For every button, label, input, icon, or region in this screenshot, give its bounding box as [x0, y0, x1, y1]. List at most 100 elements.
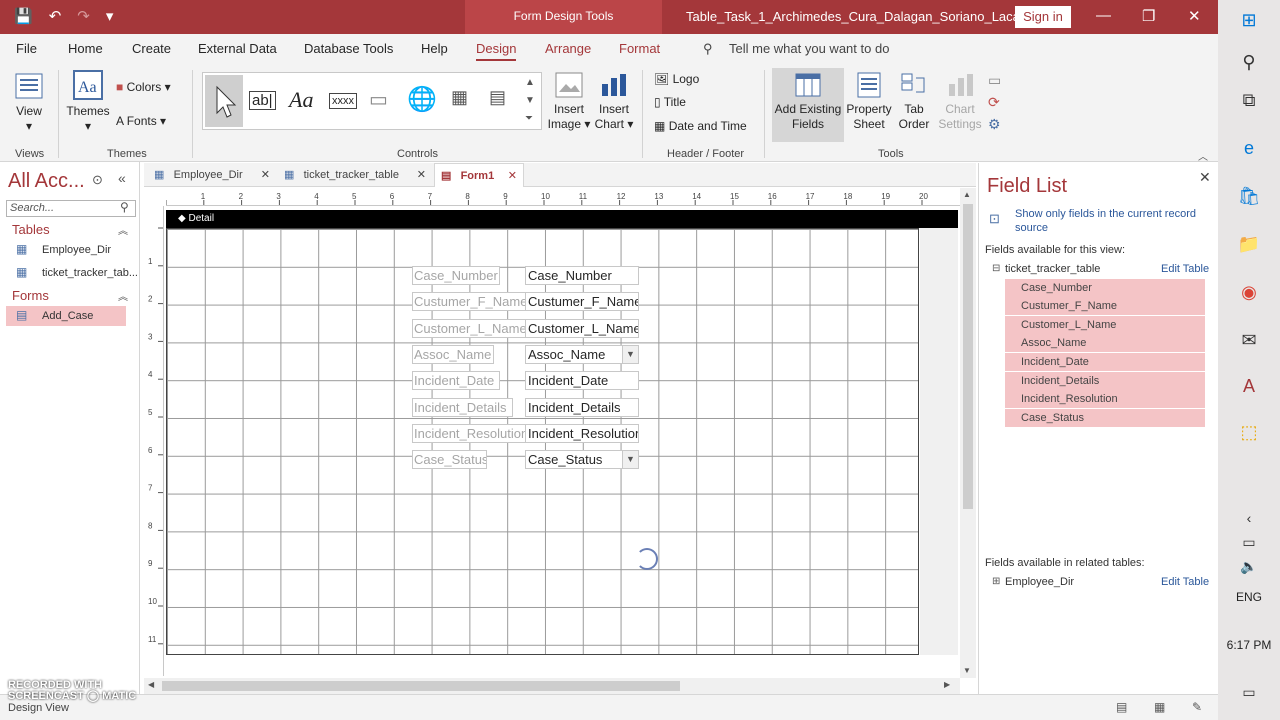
- field-item-incident-details[interactable]: Incident_Details: [1005, 372, 1205, 390]
- task-view-icon[interactable]: ⧉: [1237, 88, 1261, 112]
- property-sheet-button[interactable]: Property Sheet: [846, 72, 892, 132]
- nav-item-ticket-tracker[interactable]: ticket_tracker_tab...: [16, 263, 138, 283]
- related-table-name[interactable]: Employee_Dir: [1005, 576, 1074, 588]
- navigation-control-icon[interactable]: ▤: [489, 87, 506, 108]
- nav-item-employee-dir[interactable]: Employee_Dir: [16, 240, 136, 260]
- label-assoc-name[interactable]: Assoc_Name: [412, 345, 494, 364]
- related-edit-table-link[interactable]: Edit Table: [1161, 576, 1209, 588]
- close-tab-icon[interactable]: ✕: [261, 163, 270, 187]
- gallery-scroll-up-icon[interactable]: ▲: [525, 77, 535, 88]
- label-incident-date[interactable]: Incident_Date: [412, 371, 500, 390]
- nav-title[interactable]: All Acc...: [8, 170, 85, 193]
- chevron-up-icon[interactable]: ︽: [118, 288, 128, 303]
- label-custumer-f-name[interactable]: Custumer_F_Name: [412, 292, 526, 311]
- search-icon[interactable]: ⚲: [1237, 50, 1261, 74]
- label-case-number[interactable]: Case_Number: [412, 266, 500, 285]
- convert-macros-icon[interactable]: ⚙: [988, 116, 1001, 133]
- textbox-custumer-f-name[interactable]: Custumer_F_Name: [525, 292, 639, 311]
- chevron-down-icon[interactable]: ▼: [622, 346, 638, 363]
- store-icon[interactable]: 🛍: [1237, 184, 1261, 208]
- field-item-assoc-name[interactable]: Assoc_Name: [1005, 334, 1205, 352]
- customize-qat-icon[interactable]: ▾: [106, 8, 114, 26]
- tab-ticket-tracker-table[interactable]: ▦ ticket_tracker_table ✕: [278, 163, 430, 187]
- nav-search-icon[interactable]: ⚲: [120, 200, 129, 214]
- start-icon[interactable]: ⊞: [1237, 8, 1261, 32]
- tab-form1[interactable]: ▤ Form1 ✕: [434, 163, 524, 187]
- field-item-incident-date[interactable]: Incident_Date: [1005, 353, 1205, 371]
- layout-view-icon[interactable]: ▦: [1154, 700, 1165, 714]
- design-view-icon[interactable]: ✎: [1192, 700, 1202, 714]
- tell-me-box[interactable]: Tell me what you want to do: [729, 41, 889, 56]
- add-existing-fields-button[interactable]: Add Existing Fields: [772, 72, 844, 132]
- scroll-left-icon[interactable]: ◀: [148, 680, 154, 689]
- label-tool[interactable]: Aa: [289, 87, 313, 113]
- gallery-scroll-down-icon[interactable]: ▼: [525, 95, 535, 106]
- chevron-down-icon[interactable]: ▼: [622, 451, 638, 468]
- textbox-incident-resolution[interactable]: Incident_Resolution: [525, 424, 639, 443]
- web-browser-icon[interactable]: ▦: [451, 87, 468, 108]
- textbox-incident-details[interactable]: Incident_Details: [525, 398, 639, 417]
- textbox-tool[interactable]: ab|: [249, 91, 276, 110]
- subform-icon[interactable]: ▭: [988, 72, 1001, 89]
- notifications-icon[interactable]: ▭: [1237, 680, 1261, 704]
- textbox-incident-date[interactable]: Incident_Date: [525, 371, 639, 390]
- undo-icon[interactable]: ↶: [49, 8, 62, 26]
- vertical-scrollbar[interactable]: ▲ ▼: [960, 188, 976, 678]
- tab-control-icon[interactable]: ▭: [369, 87, 388, 112]
- button-tool[interactable]: xxxx: [329, 93, 357, 109]
- file-explorer-icon[interactable]: 📁: [1237, 232, 1261, 256]
- nav-menu-icon[interactable]: ⊙: [92, 172, 103, 188]
- field-item-custumer-f-name[interactable]: Custumer_F_Name: [1005, 297, 1205, 315]
- field-table-name[interactable]: ticket_tracker_table: [1005, 263, 1100, 275]
- view-button[interactable]: View ▾: [10, 72, 48, 134]
- snip-icon[interactable]: ⬚: [1237, 420, 1261, 444]
- access-icon[interactable]: A: [1237, 374, 1261, 398]
- tab-file[interactable]: File: [16, 41, 37, 56]
- form-view-icon[interactable]: ▤: [1116, 700, 1127, 714]
- fonts-button[interactable]: A Fonts ▾: [116, 114, 166, 128]
- scroll-up-icon[interactable]: ▲: [963, 190, 971, 199]
- collapse-table-icon[interactable]: ⊟: [992, 263, 1000, 274]
- combobox-case-status[interactable]: Case_Status ▼: [525, 450, 639, 469]
- gallery-more-icon[interactable]: ⏷: [525, 113, 533, 124]
- date-time-button[interactable]: ▦ Date and Time: [654, 119, 747, 133]
- expand-table-icon[interactable]: ⊞: [992, 576, 1000, 587]
- tab-database-tools[interactable]: Database Tools: [304, 41, 393, 56]
- close-icon[interactable]: ✕: [1199, 169, 1211, 186]
- save-icon[interactable]: 💾: [14, 8, 33, 26]
- close-tab-icon[interactable]: ✕: [417, 163, 426, 187]
- nav-section-tables[interactable]: Tables: [12, 222, 50, 237]
- tab-format[interactable]: Format: [619, 41, 660, 56]
- restore-icon[interactable]: ❐: [1142, 7, 1155, 25]
- close-icon[interactable]: ✕: [1188, 7, 1201, 25]
- view-code-icon[interactable]: ⟳: [988, 94, 1000, 111]
- tab-home[interactable]: Home: [68, 41, 103, 56]
- label-incident-details[interactable]: Incident_Details: [412, 398, 513, 417]
- nav-section-forms[interactable]: Forms: [12, 288, 49, 303]
- clock[interactable]: 6:17 PM: [1218, 638, 1280, 652]
- insert-image-button[interactable]: Insert Image ▾: [546, 72, 592, 132]
- chevron-left-icon[interactable]: ‹: [1237, 506, 1261, 530]
- field-item-case-status[interactable]: Case_Status: [1005, 409, 1205, 427]
- title-button[interactable]: ▯ Title: [654, 95, 686, 109]
- textbox-case-number[interactable]: Case_Number: [525, 266, 639, 285]
- insert-chart-button[interactable]: Insert Chart ▾: [594, 72, 634, 132]
- field-item-customer-l-name[interactable]: Customer_L_Name: [1005, 316, 1205, 334]
- combobox-assoc-name[interactable]: Assoc_Name ▼: [525, 345, 639, 364]
- language-indicator[interactable]: ENG: [1218, 590, 1280, 604]
- label-case-status[interactable]: Case_Status: [412, 450, 487, 469]
- tab-order-button[interactable]: Tab Order: [894, 72, 934, 132]
- logo-button[interactable]: 🖼 Logo: [654, 72, 699, 86]
- field-item-case-number[interactable]: Case_Number: [1005, 279, 1205, 297]
- collapse-nav-icon[interactable]: «: [118, 170, 126, 186]
- battery-icon[interactable]: ▭: [1237, 530, 1261, 554]
- chrome-icon[interactable]: ◉: [1237, 280, 1261, 304]
- show-only-fields-link[interactable]: Show only fields in the current record s…: [1015, 207, 1211, 235]
- tab-help[interactable]: Help: [421, 41, 448, 56]
- edge-icon[interactable]: e: [1237, 136, 1261, 160]
- scrollbar-thumb[interactable]: [162, 681, 680, 691]
- tab-employee-dir[interactable]: ▦ Employee_Dir ✕: [148, 163, 274, 187]
- select-tool[interactable]: [205, 75, 243, 127]
- minimize-icon[interactable]: —: [1096, 7, 1111, 24]
- edit-table-link[interactable]: Edit Table: [1161, 263, 1209, 275]
